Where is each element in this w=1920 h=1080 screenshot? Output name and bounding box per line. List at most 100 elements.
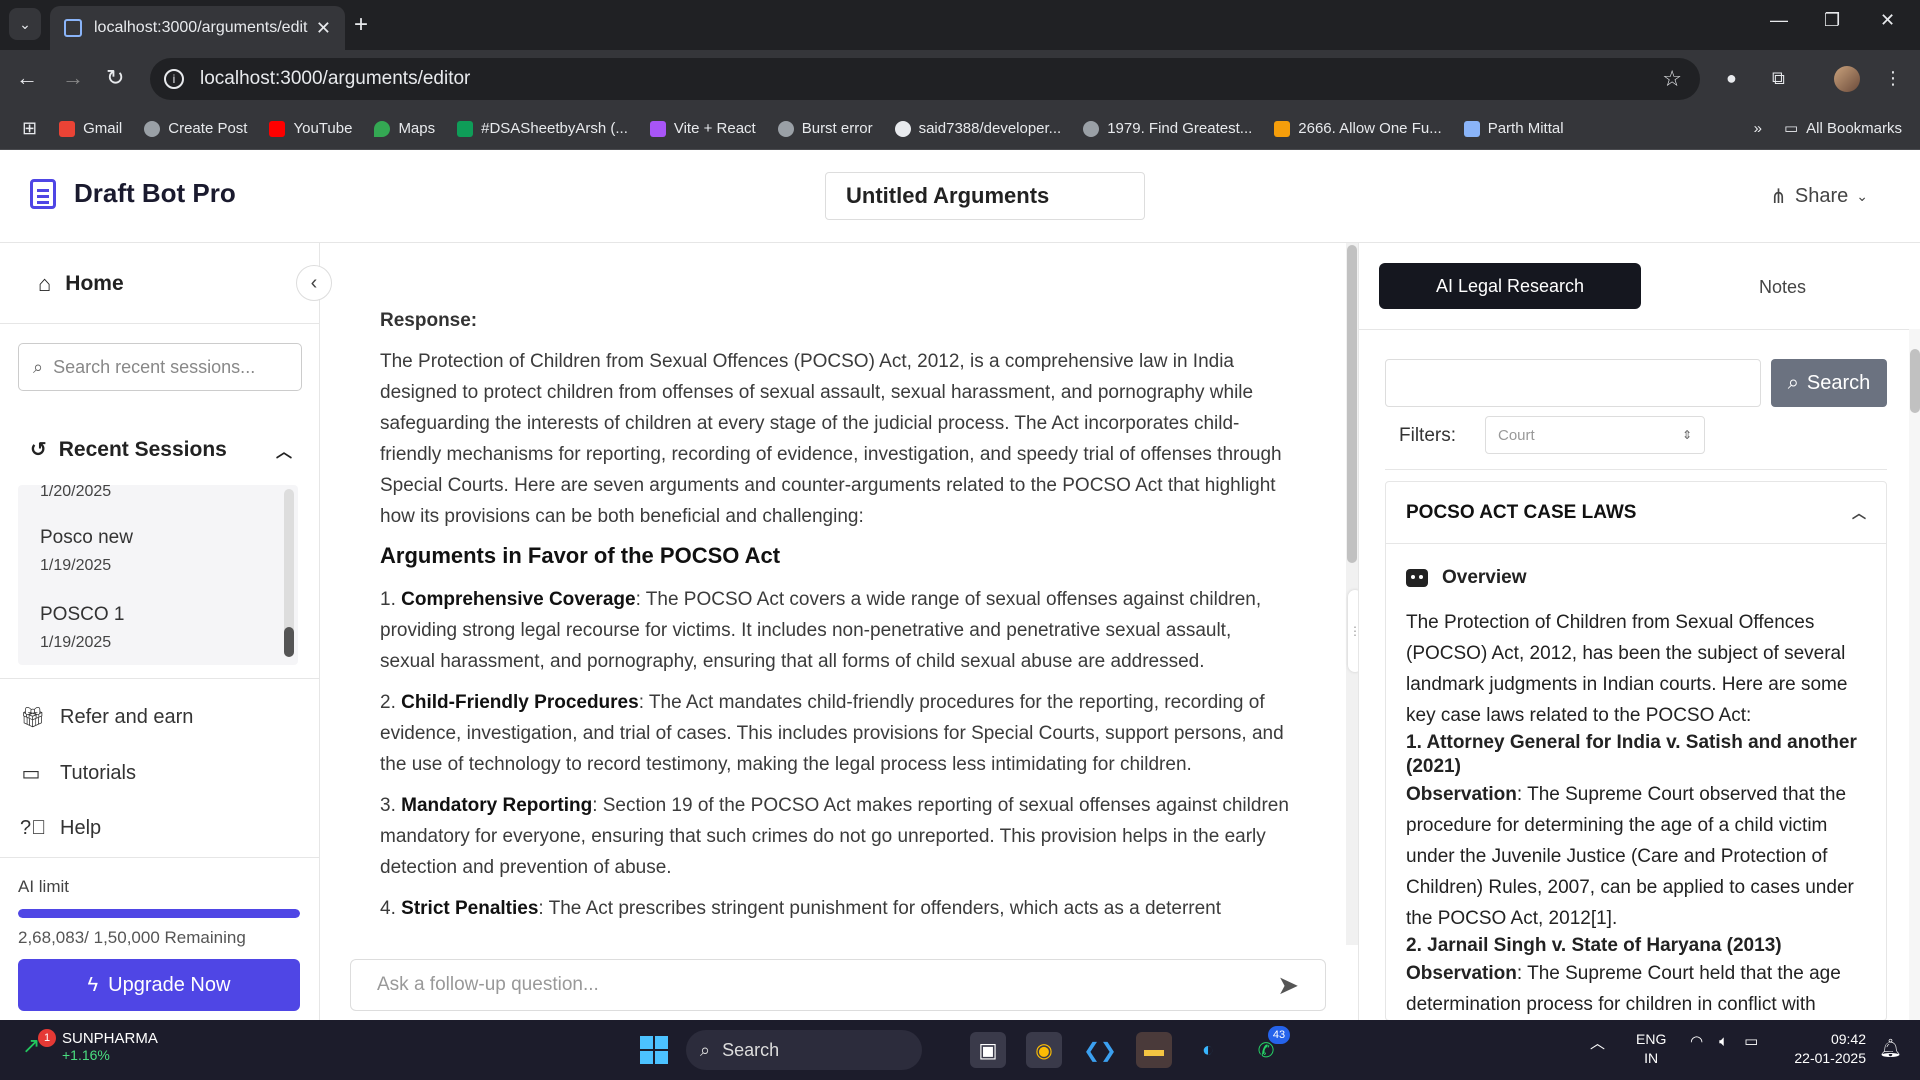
show-hidden-icons-icon[interactable]: ︿: [1590, 1032, 1605, 1053]
tutorials-label: Tutorials: [60, 762, 136, 784]
sidebar-item-tutorials[interactable]: ▭ Tutorials: [20, 761, 136, 786]
tab-search-button[interactable]: ⌄: [9, 8, 41, 40]
bookmark-maps[interactable]: Maps: [374, 120, 435, 137]
scrollbar-thumb[interactable]: [284, 627, 294, 657]
collapse-sidebar-button[interactable]: ‹: [296, 265, 332, 301]
minimize-button[interactable]: —: [1770, 10, 1788, 31]
research-search-input[interactable]: [1385, 359, 1761, 407]
extension-icon[interactable]: ●: [1726, 68, 1748, 90]
task-view-icon[interactable]: ▣: [970, 1032, 1006, 1068]
bookmark-dsasheet[interactable]: #DSASheetbyArsh (...: [457, 120, 628, 137]
globe-icon: [1083, 120, 1100, 137]
whatsapp-icon[interactable]: ✆ 43: [1248, 1026, 1290, 1068]
vite-icon: [649, 120, 666, 137]
session-name[interactable]: Posco new: [40, 527, 133, 549]
brand-logo[interactable]: Draft Bot Pro: [30, 178, 236, 209]
taskbar-clock[interactable]: 09:42 22-01-2025: [1794, 1030, 1866, 1068]
more-bookmarks-icon[interactable]: »: [1754, 120, 1762, 137]
bookmark-vite[interactable]: Vite + React: [649, 120, 756, 137]
browser-menu-icon[interactable]: ⋮: [1884, 68, 1906, 90]
language-indicator[interactable]: ENG IN: [1636, 1030, 1666, 1068]
tab-notes[interactable]: Notes: [1759, 277, 1806, 298]
browser-tab[interactable]: localhost:3000/arguments/editor ✕: [50, 6, 345, 50]
overview-label: Overview: [1442, 567, 1527, 588]
document-title-input[interactable]: Untitled Arguments: [825, 172, 1145, 220]
bookmark-burst-error[interactable]: Burst error: [777, 120, 873, 137]
session-date[interactable]: 1/20/2025: [40, 485, 111, 501]
sidebar-item-help[interactable]: ?⃝ Help: [20, 817, 101, 840]
bookmark-github[interactable]: said7388/developer...: [894, 120, 1061, 137]
back-button[interactable]: ←: [16, 66, 38, 90]
wifi-icon[interactable]: ◠: [1690, 1032, 1703, 1050]
restore-button[interactable]: ❐: [1824, 10, 1840, 31]
case-laws-card: POCSO ACT CASE LAWS ︿ Overview The Prote…: [1385, 481, 1887, 1021]
profile-avatar[interactable]: [1834, 66, 1860, 92]
sessions-scrollbar[interactable]: [284, 489, 294, 657]
address-bar[interactable]: i localhost:3000/arguments/editor ☆: [150, 58, 1700, 100]
edge-icon[interactable]: ◐: [1190, 1032, 1226, 1068]
tab-ai-legal-research[interactable]: AI Legal Research: [1379, 263, 1641, 309]
recent-sessions-list[interactable]: 1/20/2025 Posco new 1/19/2025 POSCO 1 1/…: [18, 485, 298, 665]
response-document[interactable]: Response: The Protection of Children fro…: [320, 243, 1340, 945]
case-laws-header[interactable]: POCSO ACT CASE LAWS ︿: [1386, 482, 1886, 544]
reload-button[interactable]: ↻: [106, 66, 124, 90]
bookmark-label: 1979. Find Greatest...: [1107, 120, 1253, 137]
sidebar-item-home[interactable]: ⌂ Home: [38, 271, 124, 297]
research-search-button[interactable]: ⌕ Search: [1771, 359, 1887, 407]
bookmark-parth-mittal[interactable]: Parth Mittal: [1463, 120, 1564, 137]
volume-icon[interactable]: 🔈︎: [1719, 1033, 1728, 1050]
gmail-icon: [59, 120, 76, 137]
ai-limit-label: AI limit: [18, 877, 69, 896]
notification-bell-icon[interactable]: 🔔︎: [1879, 1038, 1902, 1059]
session-name[interactable]: POSCO 1: [40, 604, 124, 626]
followup-input[interactable]: Ask a follow-up question... ➤: [350, 959, 1326, 1011]
bookmark-label: Gmail: [83, 120, 123, 137]
bookmark-1979[interactable]: 1979. Find Greatest...: [1083, 120, 1252, 137]
upgrade-label: Upgrade Now: [108, 973, 231, 996]
apps-grid-icon[interactable]: ⊞: [22, 118, 37, 139]
bookmark-2666[interactable]: 2666. Allow One Fu...: [1274, 120, 1442, 137]
recent-sessions-toggle[interactable]: ↺ Recent Sessions ︿: [30, 437, 292, 462]
file-explorer-icon[interactable]: ▬: [1136, 1032, 1172, 1068]
recent-sessions-title: Recent Sessions: [58, 437, 227, 461]
argument-point: 2. Child-Friendly Procedures: The Act ma…: [380, 687, 1290, 780]
search-sessions-input[interactable]: ⌕ Search recent sessions...: [18, 343, 302, 391]
research-scrollbar[interactable]: [1909, 329, 1920, 1020]
extensions-puzzle-icon[interactable]: ⧉: [1772, 68, 1794, 90]
send-icon[interactable]: ➤: [1277, 970, 1299, 1001]
tab-close-icon[interactable]: ✕: [316, 18, 331, 39]
observation-text: : The Supreme Court observed that the pr…: [1406, 784, 1854, 929]
bookmark-label: Vite + React: [673, 120, 756, 137]
forward-button[interactable]: →: [62, 66, 84, 90]
all-bookmarks-button[interactable]: ▭ All Bookmarks: [1784, 119, 1902, 138]
upgrade-now-button[interactable]: ϟ Upgrade Now: [18, 959, 300, 1011]
scrollbar-thumb[interactable]: [1347, 245, 1357, 563]
share-button[interactable]: ⋔ Share ⌄: [1770, 184, 1868, 209]
bookmark-label: Burst error: [801, 120, 873, 137]
new-tab-button[interactable]: +: [354, 10, 368, 40]
chevron-down-icon: ⌄: [1856, 188, 1868, 204]
clock-date: 22-01-2025: [1794, 1050, 1866, 1066]
site-info-icon[interactable]: i: [164, 69, 184, 89]
search-icon: ⌕: [1787, 371, 1799, 394]
court-filter-select[interactable]: Court ⇕: [1485, 416, 1705, 454]
vscode-icon[interactable]: ❮❯: [1082, 1032, 1118, 1068]
chevron-up-icon: ︿: [1852, 504, 1866, 521]
scrollbar-thumb[interactable]: [1910, 349, 1920, 413]
point-number: 2.: [380, 692, 396, 713]
battery-icon[interactable]: ▭: [1744, 1032, 1758, 1050]
bookmarks-bar: ⊞ Gmail Create Post YouTube Maps #DSAShe…: [0, 108, 1920, 150]
gift-icon: 🎁︎: [20, 707, 46, 729]
taskbar-search[interactable]: ⌕ Search: [686, 1030, 922, 1070]
stock-widget[interactable]: ↗ 1 SUNPHARMA +1.16%: [22, 1028, 158, 1063]
globe-icon: [144, 120, 161, 137]
windows-start-icon[interactable]: [640, 1036, 668, 1064]
close-window-button[interactable]: ✕: [1880, 10, 1895, 31]
sidebar-item-refer[interactable]: 🎁︎ Refer and earn: [20, 705, 193, 730]
bookmark-star-icon[interactable]: ☆: [1662, 66, 1682, 92]
notification-badge: 1: [38, 1028, 56, 1047]
bookmark-youtube[interactable]: YouTube: [269, 120, 352, 137]
bookmark-gmail[interactable]: Gmail: [59, 120, 122, 137]
chrome-icon[interactable]: ◉: [1026, 1032, 1062, 1068]
bookmark-create-post[interactable]: Create Post: [144, 120, 247, 137]
